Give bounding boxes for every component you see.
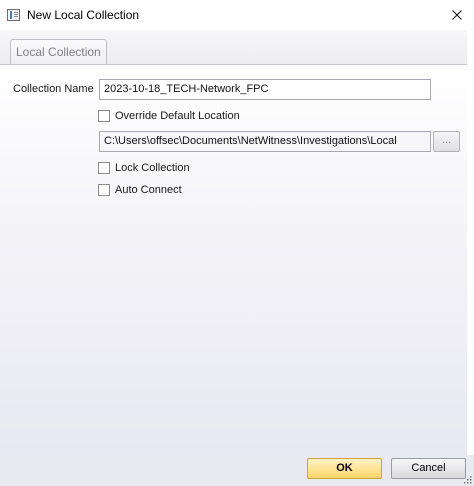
cancel-button[interactable]: Cancel <box>391 458 466 479</box>
resize-grip-icon[interactable] <box>463 475 472 484</box>
location-path-input[interactable]: C:\Users\offsec\Documents\NetWitness\Inv… <box>99 131 431 152</box>
app-window-icon <box>7 9 20 21</box>
close-button[interactable] <box>446 5 468 25</box>
title-bar: New Local Collection <box>0 0 474 30</box>
auto-connect-label: Auto Connect <box>115 184 182 196</box>
lock-collection-label: Lock Collection <box>115 162 190 174</box>
window-title: New Local Collection <box>27 8 140 22</box>
tab-local-collection[interactable]: Local Collection <box>10 39 107 65</box>
close-icon <box>452 10 462 20</box>
tab-bar: Local Collection <box>0 30 474 65</box>
window-right-edge <box>467 30 474 455</box>
collection-name-input[interactable]: 2023-10-18_TECH-Network_FPC <box>99 79 431 100</box>
browse-button[interactable]: ... <box>433 131 460 152</box>
auto-connect-checkbox[interactable] <box>98 184 110 196</box>
override-location-label: Override Default Location <box>115 110 240 122</box>
ok-button[interactable]: OK <box>307 458 382 479</box>
override-location-checkbox[interactable] <box>98 110 110 122</box>
form-panel <box>0 65 467 455</box>
collection-name-label: Collection Name <box>13 83 94 95</box>
lock-collection-checkbox[interactable] <box>98 162 110 174</box>
